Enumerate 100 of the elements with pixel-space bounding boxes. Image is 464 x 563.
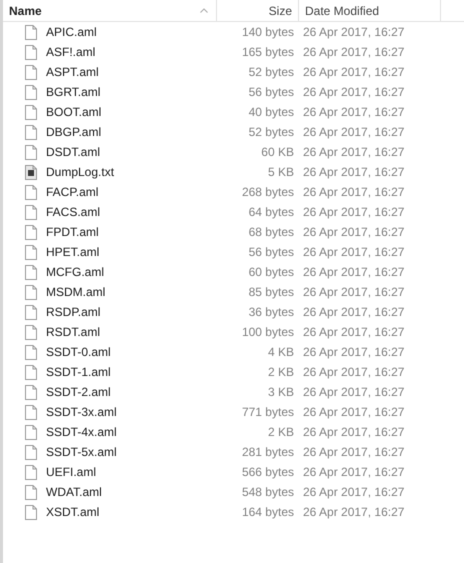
date-modified: 26 Apr 2017, 16:27	[302, 85, 406, 99]
file-name[interactable]: DSDT.aml	[46, 145, 100, 159]
document-icon	[25, 284, 37, 300]
file-name[interactable]: DumpLog.txt	[46, 165, 114, 179]
document-icon	[25, 24, 37, 40]
document-icon	[25, 364, 37, 380]
date-modified: 26 Apr 2017, 16:27	[302, 65, 406, 79]
document-icon	[25, 224, 37, 240]
file-name[interactable]: MCFG.aml	[46, 265, 104, 279]
file-name[interactable]: BOOT.aml	[46, 105, 102, 119]
date-modified: 26 Apr 2017, 16:27	[302, 405, 406, 419]
file-name[interactable]: ASPT.aml	[46, 65, 99, 79]
date-modified: 26 Apr 2017, 16:27	[302, 245, 406, 259]
file-name[interactable]: XSDT.aml	[46, 505, 100, 519]
document-icon	[25, 464, 37, 480]
text-file-icon	[25, 164, 37, 180]
file-size: 5 KB	[266, 165, 295, 179]
file-size: 2 KB	[266, 365, 295, 379]
document-icon	[25, 444, 37, 460]
document-icon	[25, 484, 37, 500]
date-modified: 26 Apr 2017, 16:27	[302, 385, 406, 399]
document-icon	[25, 504, 37, 520]
date-modified: 26 Apr 2017, 16:27	[302, 305, 406, 319]
file-size: 268 bytes	[240, 185, 295, 199]
column-header[interactable]: Size	[268, 4, 292, 18]
file-size: 4 KB	[266, 345, 295, 359]
file-name[interactable]: RSDP.aml	[46, 305, 100, 319]
file-name[interactable]: DBGP.aml	[46, 125, 102, 139]
file-name[interactable]: BGRT.aml	[46, 85, 100, 99]
document-icon	[25, 44, 37, 60]
file-name[interactable]: UEFI.aml	[46, 465, 96, 479]
document-icon	[25, 64, 37, 80]
date-modified: 26 Apr 2017, 16:27	[302, 425, 406, 439]
file-name[interactable]: FPDT.aml	[46, 225, 99, 239]
date-modified: 26 Apr 2017, 16:27	[302, 185, 406, 199]
file-name[interactable]: WDAT.aml	[46, 485, 102, 499]
file-name[interactable]: SSDT-1.aml	[46, 365, 111, 379]
date-modified: 26 Apr 2017, 16:27	[302, 365, 406, 379]
file-name[interactable]: SSDT-5x.aml	[46, 445, 117, 459]
date-modified: 26 Apr 2017, 16:27	[302, 465, 406, 479]
document-icon	[25, 424, 37, 440]
date-modified: 26 Apr 2017, 16:27	[302, 145, 406, 159]
file-size: 56 bytes	[248, 85, 295, 99]
document-icon	[25, 144, 37, 160]
sort-chevron-icon	[200, 8, 208, 13]
file-name[interactable]: SSDT-0.aml	[46, 345, 111, 359]
document-icon	[25, 324, 37, 340]
file-name[interactable]: SSDT-3x.aml	[46, 405, 117, 419]
document-icon	[25, 344, 37, 360]
date-modified: 26 Apr 2017, 16:27	[302, 265, 406, 279]
file-name[interactable]: ASF!.aml	[46, 45, 96, 59]
date-modified: 26 Apr 2017, 16:27	[302, 165, 406, 179]
column-header[interactable]: Date Modified	[305, 4, 380, 18]
date-modified: 26 Apr 2017, 16:27	[302, 45, 406, 59]
file-size: 281 bytes	[240, 445, 295, 459]
file-size: 165 bytes	[240, 45, 295, 59]
date-modified: 26 Apr 2017, 16:27	[302, 225, 406, 239]
file-size: 566 bytes	[240, 465, 295, 479]
file-name[interactable]: FACS.aml	[46, 205, 100, 219]
file-size: 40 bytes	[248, 105, 295, 119]
date-modified: 26 Apr 2017, 16:27	[302, 105, 406, 119]
column-header[interactable]: Name	[9, 4, 42, 18]
file-name[interactable]: HPET.aml	[46, 245, 100, 259]
file-size: 2 KB	[266, 425, 295, 439]
document-icon	[25, 304, 37, 320]
document-icon	[25, 124, 37, 140]
date-modified: 26 Apr 2017, 16:27	[302, 125, 406, 139]
file-size: 36 bytes	[248, 305, 295, 319]
file-name[interactable]: SSDT-4x.aml	[46, 425, 117, 439]
file-size: 52 bytes	[248, 65, 295, 79]
document-icon	[25, 404, 37, 420]
file-size: 548 bytes	[240, 485, 295, 499]
file-size: 85 bytes	[248, 285, 295, 299]
document-icon	[25, 384, 37, 400]
document-icon	[25, 244, 37, 260]
document-icon	[25, 264, 37, 280]
file-name[interactable]: APIC.aml	[46, 25, 97, 39]
date-modified: 26 Apr 2017, 16:27	[302, 205, 406, 219]
file-name[interactable]: MSDM.aml	[46, 285, 106, 299]
file-size: 100 bytes	[240, 325, 295, 339]
date-modified: 26 Apr 2017, 16:27	[302, 325, 406, 339]
document-icon	[25, 204, 37, 220]
file-size: 60 KB	[260, 145, 295, 159]
file-size: 140 bytes	[240, 25, 295, 39]
file-size: 3 KB	[266, 385, 295, 399]
file-size: 771 bytes	[240, 405, 295, 419]
document-icon	[25, 104, 37, 120]
date-modified: 26 Apr 2017, 16:27	[302, 485, 406, 499]
document-icon	[25, 84, 37, 100]
file-name[interactable]: RSDT.aml	[46, 325, 100, 339]
file-size: 56 bytes	[248, 245, 295, 259]
date-modified: 26 Apr 2017, 16:27	[302, 345, 406, 359]
file-size: 68 bytes	[248, 225, 295, 239]
date-modified: 26 Apr 2017, 16:27	[302, 285, 406, 299]
date-modified: 26 Apr 2017, 16:27	[302, 505, 406, 519]
file-name[interactable]: FACP.aml	[46, 185, 98, 199]
file-size: 60 bytes	[248, 265, 295, 279]
date-modified: 26 Apr 2017, 16:27	[302, 25, 406, 39]
file-name[interactable]: SSDT-2.aml	[46, 385, 111, 399]
file-size: 164 bytes	[240, 505, 295, 519]
